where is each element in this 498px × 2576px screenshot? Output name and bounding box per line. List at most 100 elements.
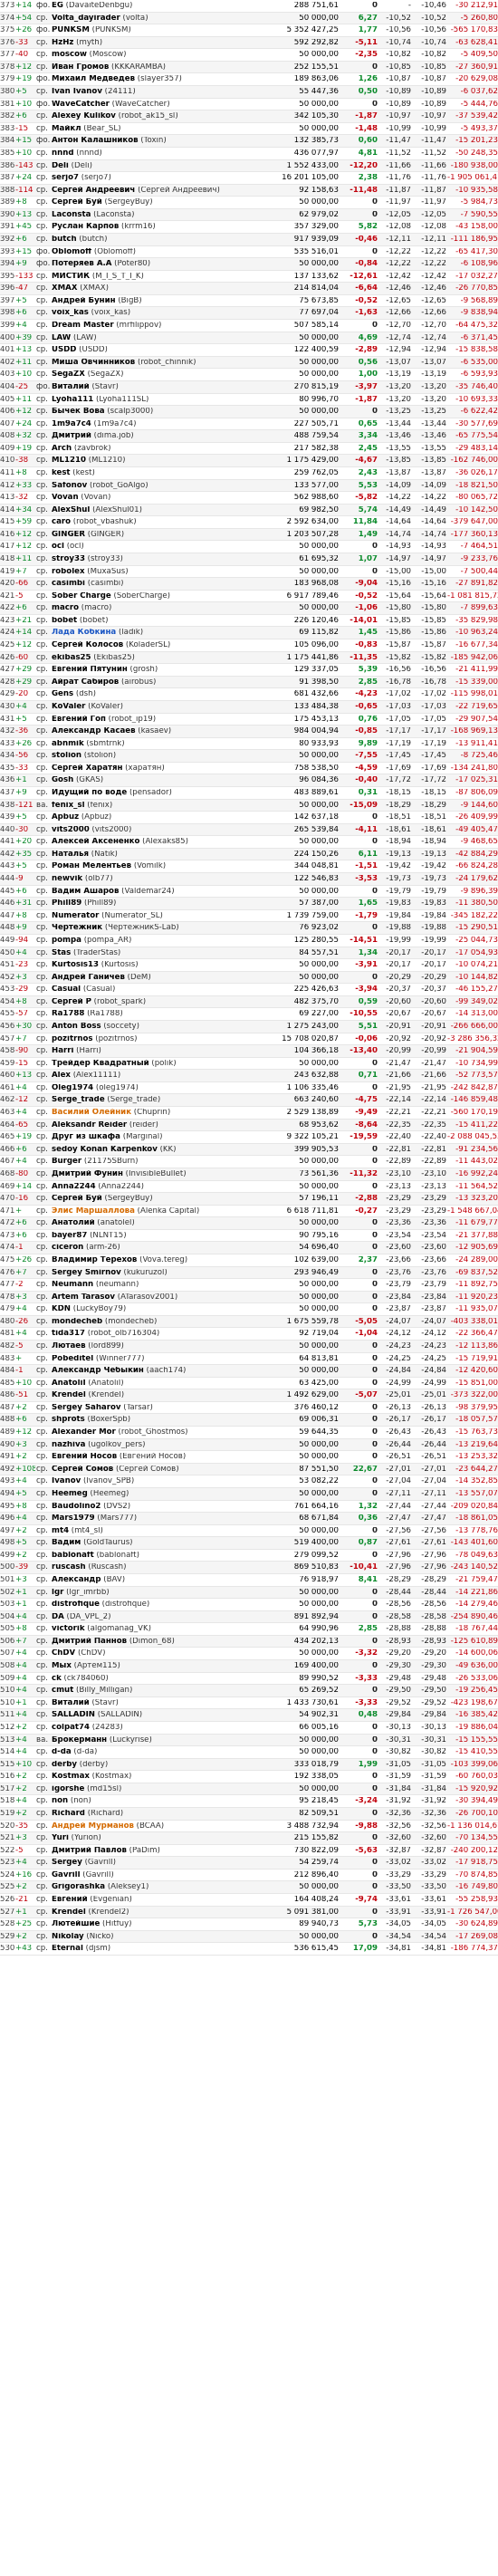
trader-nick-link[interactable]: Sergey Saharov	[52, 1404, 120, 1412]
table-row[interactable]: 396 -47 ср. XMAX (XMAX) 214 814,04 -6,64 -12,4…	[0, 283, 498, 295]
trader-nick-link[interactable]: voix_kas	[52, 309, 89, 317]
table-row[interactable]: 502 +1 ср. lgr (lgr_imrbb) 50 000,00 0 -28,44-…	[0, 1586, 498, 1600]
table-row[interactable]: 413 -32 ср. Vovan (Vovan) 562 988,60 -5,82 -14…	[0, 492, 498, 505]
trader-nick-link[interactable]: Harri	[52, 1047, 73, 1055]
trader-nick-link[interactable]: Сергей Р	[52, 998, 91, 1006]
trader-nick-link[interactable]: Вадим	[52, 1539, 81, 1547]
trader-nick-link[interactable]: Евгений Носов	[52, 1453, 117, 1461]
trader-nick-link[interactable]: lgr	[52, 1589, 63, 1597]
trader-nick-link[interactable]: Сергей Харатян	[52, 764, 122, 773]
table-row[interactable]: 445 +6 ср. Вадим Ашаров (Valdemar24) 50 000,…	[0, 886, 498, 899]
trader-nick-link[interactable]: Casual	[52, 985, 81, 994]
table-row[interactable]: 506 +7 ср. Дмитрий Паннов (Dimon_68) 434 202…	[0, 1635, 498, 1648]
table-row[interactable]: 418 +11 ср. stroy33 (stroy33) 61 695,32 1,07-…	[0, 553, 498, 566]
table-row[interactable]: 454 +8 ср. Сергей Р (robot_spark) 482 375,70…	[0, 995, 498, 1009]
table-row[interactable]: 440 -30 ср. vits2000 (vits2000) 265 539,84 -4…	[0, 823, 498, 837]
table-row[interactable]: 435 -33 ср. Сергей Харатян (харатян) 758 538…	[0, 763, 498, 775]
table-row[interactable]: 479 +4 ср. KDN (LuckyBoy79) 50 000,00 0 -23,87…	[0, 1303, 498, 1316]
table-row[interactable]: 495 +8 ср. Baudolino2 (DVS2) 761 664,16 1,32-…	[0, 1501, 498, 1514]
trader-nick-link[interactable]: nazhiva	[52, 1441, 85, 1449]
trader-nick-link[interactable]: mondecheb	[52, 1318, 102, 1326]
trader-nick-link[interactable]: Александр Чебыкин	[52, 1367, 144, 1375]
table-row[interactable]: 497 +2 ср. mt4 (mt4_sl) 50 000,00 0 -27,56 -27,…	[0, 1525, 498, 1538]
table-row[interactable]: 467 +4 ср. Burger (21175SBurn) 50 000,00 0 -22…	[0, 1156, 498, 1168]
table-row[interactable]: 379 +19 фо. Михаил Медведев (slayer357) 189 …	[0, 73, 498, 87]
table-row[interactable]: 431 +5 ср. Евгений Гоп (robot_ip19) 175 453,…	[0, 714, 498, 726]
trader-nick-link[interactable]: Сергей Андреевич	[52, 187, 135, 195]
table-row[interactable]: 498 +5 ср. Вадим (GoldTaurus) 519 400,00 0,87…	[0, 1537, 498, 1550]
table-row[interactable]: 452 +3 ср. Андрей Ганичев (DeM) 50 000,00 0 -2…	[0, 971, 498, 985]
table-row[interactable]: 522 -5 ср. Дмитрий Павлов (PaDim) 730 822,09…	[0, 1845, 498, 1858]
trader-nick-link[interactable]: Сергей Буй	[52, 198, 102, 207]
trader-nick-link[interactable]: Alex	[52, 1072, 71, 1080]
trader-nick-link[interactable]: cmut	[52, 1687, 73, 1695]
table-row[interactable]: 399 +4 ср. Dream Master (mrfilippov) 507 585…	[0, 320, 498, 332]
trader-nick-link[interactable]: Андрей Ганичев	[52, 974, 125, 982]
trader-nick-link[interactable]: HzHz	[52, 39, 73, 47]
table-row[interactable]: 453 -29 ср. Casual (Casual) 225 426,63 -3,94-…	[0, 984, 498, 996]
table-row[interactable]: 381 +10 фо. WaveCatcher (WaveCatcher) 50 000…	[0, 99, 498, 111]
trader-nick-link[interactable]: pozitrnos	[52, 1035, 93, 1043]
table-row[interactable]: 505 +8 ср. victorik (algomanag_VK) 64 990,96…	[0, 1623, 498, 1636]
trader-nick-link[interactable]: Alexander Mor	[52, 1428, 116, 1437]
trader-nick-link[interactable]: Anna2244	[52, 1183, 96, 1191]
trader-nick-link[interactable]: Anton Boss	[52, 1023, 101, 1031]
trader-nick-link[interactable]: Дмитрий	[52, 432, 91, 440]
table-row[interactable]: 424 +14 ср. Лада Кобкина (ladik) 69 115,82 1,…	[0, 627, 498, 640]
table-row[interactable]: 493 +4 ср. Ivanov (Ivanov_SPB) 53 082,22 0 -27…	[0, 1475, 498, 1488]
trader-nick-link[interactable]: Deli	[52, 162, 69, 170]
trader-nick-link[interactable]: Pobeditel	[52, 1355, 93, 1363]
trader-nick-link[interactable]: Eternal	[52, 1945, 83, 1953]
table-row[interactable]: 374 +54 ср. Volta_dayirader (voltа) 50 000,0…	[0, 12, 498, 25]
trader-nick-link[interactable]: AlexShul	[52, 506, 90, 514]
table-row[interactable]: 384 +15 фо. Антон Калашников (Toxin) 132 385…	[0, 135, 498, 148]
table-row[interactable]: 401 +13 ср. USDD (USDD) 122 400,59 -2,89 -12,9…	[0, 344, 498, 357]
table-row[interactable]: 488 +6 ср. shprots (BoxerSpb) 69 006,31 0 -26,…	[0, 1414, 498, 1427]
table-row[interactable]: 406 +12 ср. Бычек Вова (scalp3000) 50 000,00…	[0, 406, 498, 418]
trader-nick-link[interactable]: Лютаев	[52, 1342, 86, 1350]
trader-nick-link[interactable]: Phill89	[52, 899, 81, 908]
trader-nick-link[interactable]: Александр Касаев	[52, 727, 136, 735]
table-row[interactable]: 434 -56 ср. stolion (stolion) 50 000,00 -7,55…	[0, 750, 498, 763]
table-row[interactable]: 411 +8 ср. kest (kest) 259 762,05 2,43 -13,87-…	[0, 467, 498, 480]
table-row[interactable]: 404 -25 фо. Виталий (Stavr) 270 815,19 -3,97-…	[0, 380, 498, 394]
trader-nick-link[interactable]: Друг из шкафа	[52, 1133, 120, 1141]
trader-nick-link[interactable]: d-da	[52, 1748, 72, 1756]
trader-nick-link[interactable]: Serge_trade	[52, 1096, 105, 1104]
table-row[interactable]: 426 -60 ср. ekibas25 (Ekibas25) 1 175 441,86…	[0, 651, 498, 665]
trader-nick-link[interactable]: Arch	[52, 445, 72, 453]
trader-nick-link[interactable]: Apbuz	[52, 813, 79, 822]
table-row[interactable]: 499 +2 ср. bablonaft (bablonaft) 279 099,52 0…	[0, 1550, 498, 1562]
table-row[interactable]: 494 +5 ср. Heemeg (Heemeg) 50 000,00 0 -27,11-…	[0, 1487, 498, 1501]
table-row[interactable]: 472 +6 ср. Анатолий (anatolel) 50 000,00 0 -23…	[0, 1217, 498, 1230]
table-row[interactable]: 477 -2 ср. Neumann (neumann) 50 000,00 0 -23,7…	[0, 1279, 498, 1292]
table-row[interactable]: 516 +2 ср. Kostmax (Kostmax) 192 338,05 0 -31,…	[0, 1771, 498, 1783]
table-row[interactable]: 423 +21 ср. bobet (bobet) 226 120,46 -14,01 -1…	[0, 615, 498, 628]
table-row[interactable]: 465 +19 ср. Друг из шкафа (Marginal) 9 322 1…	[0, 1131, 498, 1144]
table-row[interactable]: 510 +4 ср. cmut (Billy_Milligan) 65 269,52 0-…	[0, 1685, 498, 1697]
trader-nick-link[interactable]: LAW	[52, 334, 71, 342]
table-row[interactable]: 437 +9 ср. Идущий по воде (pensador) 483 889…	[0, 787, 498, 800]
trader-nick-link[interactable]: KDN	[52, 1305, 71, 1313]
trader-nick-link[interactable]: igorshe	[52, 1785, 84, 1793]
table-row[interactable]: 377 -40 ср. moscow (Moscow) 50 000,00 -2,35 -1…	[0, 49, 498, 62]
trader-nick-link[interactable]: XMAX	[52, 284, 77, 293]
table-row[interactable]: 419 +7 ср. robolex (MuxaSus) 50 000,00 0 -15,0…	[0, 566, 498, 579]
table-row[interactable]: 433 +26 ср. abnmik (sbmtrnk) 80 933,93 9,89 -1…	[0, 738, 498, 751]
table-row[interactable]: 446 +31 ср. Phill89 (Phill89) 57 387,00 1,65-…	[0, 898, 498, 910]
trader-nick-link[interactable]: kest	[52, 469, 71, 477]
trader-nick-link[interactable]: moscow	[52, 51, 87, 59]
table-row[interactable]: 383 -15 ср. Майкл (Bear_SL) 50 000,00 -1,48 -1…	[0, 123, 498, 136]
trader-nick-link[interactable]: stolion	[52, 752, 81, 760]
trader-nick-link[interactable]: Идущий по воде	[52, 789, 127, 797]
trader-nick-link[interactable]: Михаил Медведев	[52, 75, 135, 83]
table-row[interactable]: 483 + ср. Pobeditel (Winner777) 64 813,81 0 -2…	[0, 1353, 498, 1366]
trader-nick-link[interactable]: Сергей Буй	[52, 1195, 102, 1203]
trader-nick-link[interactable]: ML1210	[52, 457, 86, 465]
trader-nick-link[interactable]: Потеряев А.А	[52, 260, 111, 268]
table-row[interactable]: 500 -39 ср. ruscash (Ruscash) 869 510,83 -10,…	[0, 1562, 498, 1574]
table-row[interactable]: 527 +1 ср. Krendel (Krendel2) 5 091 381,00 0-…	[0, 1906, 498, 1919]
trader-nick-link[interactable]: Миша Овчинников	[52, 359, 135, 367]
table-row[interactable]: 489 +12 ср. Alexander Mor (robot_Ghostmos) 5…	[0, 1427, 498, 1439]
trader-nick-link[interactable]: Oleg1974	[52, 1084, 93, 1092]
